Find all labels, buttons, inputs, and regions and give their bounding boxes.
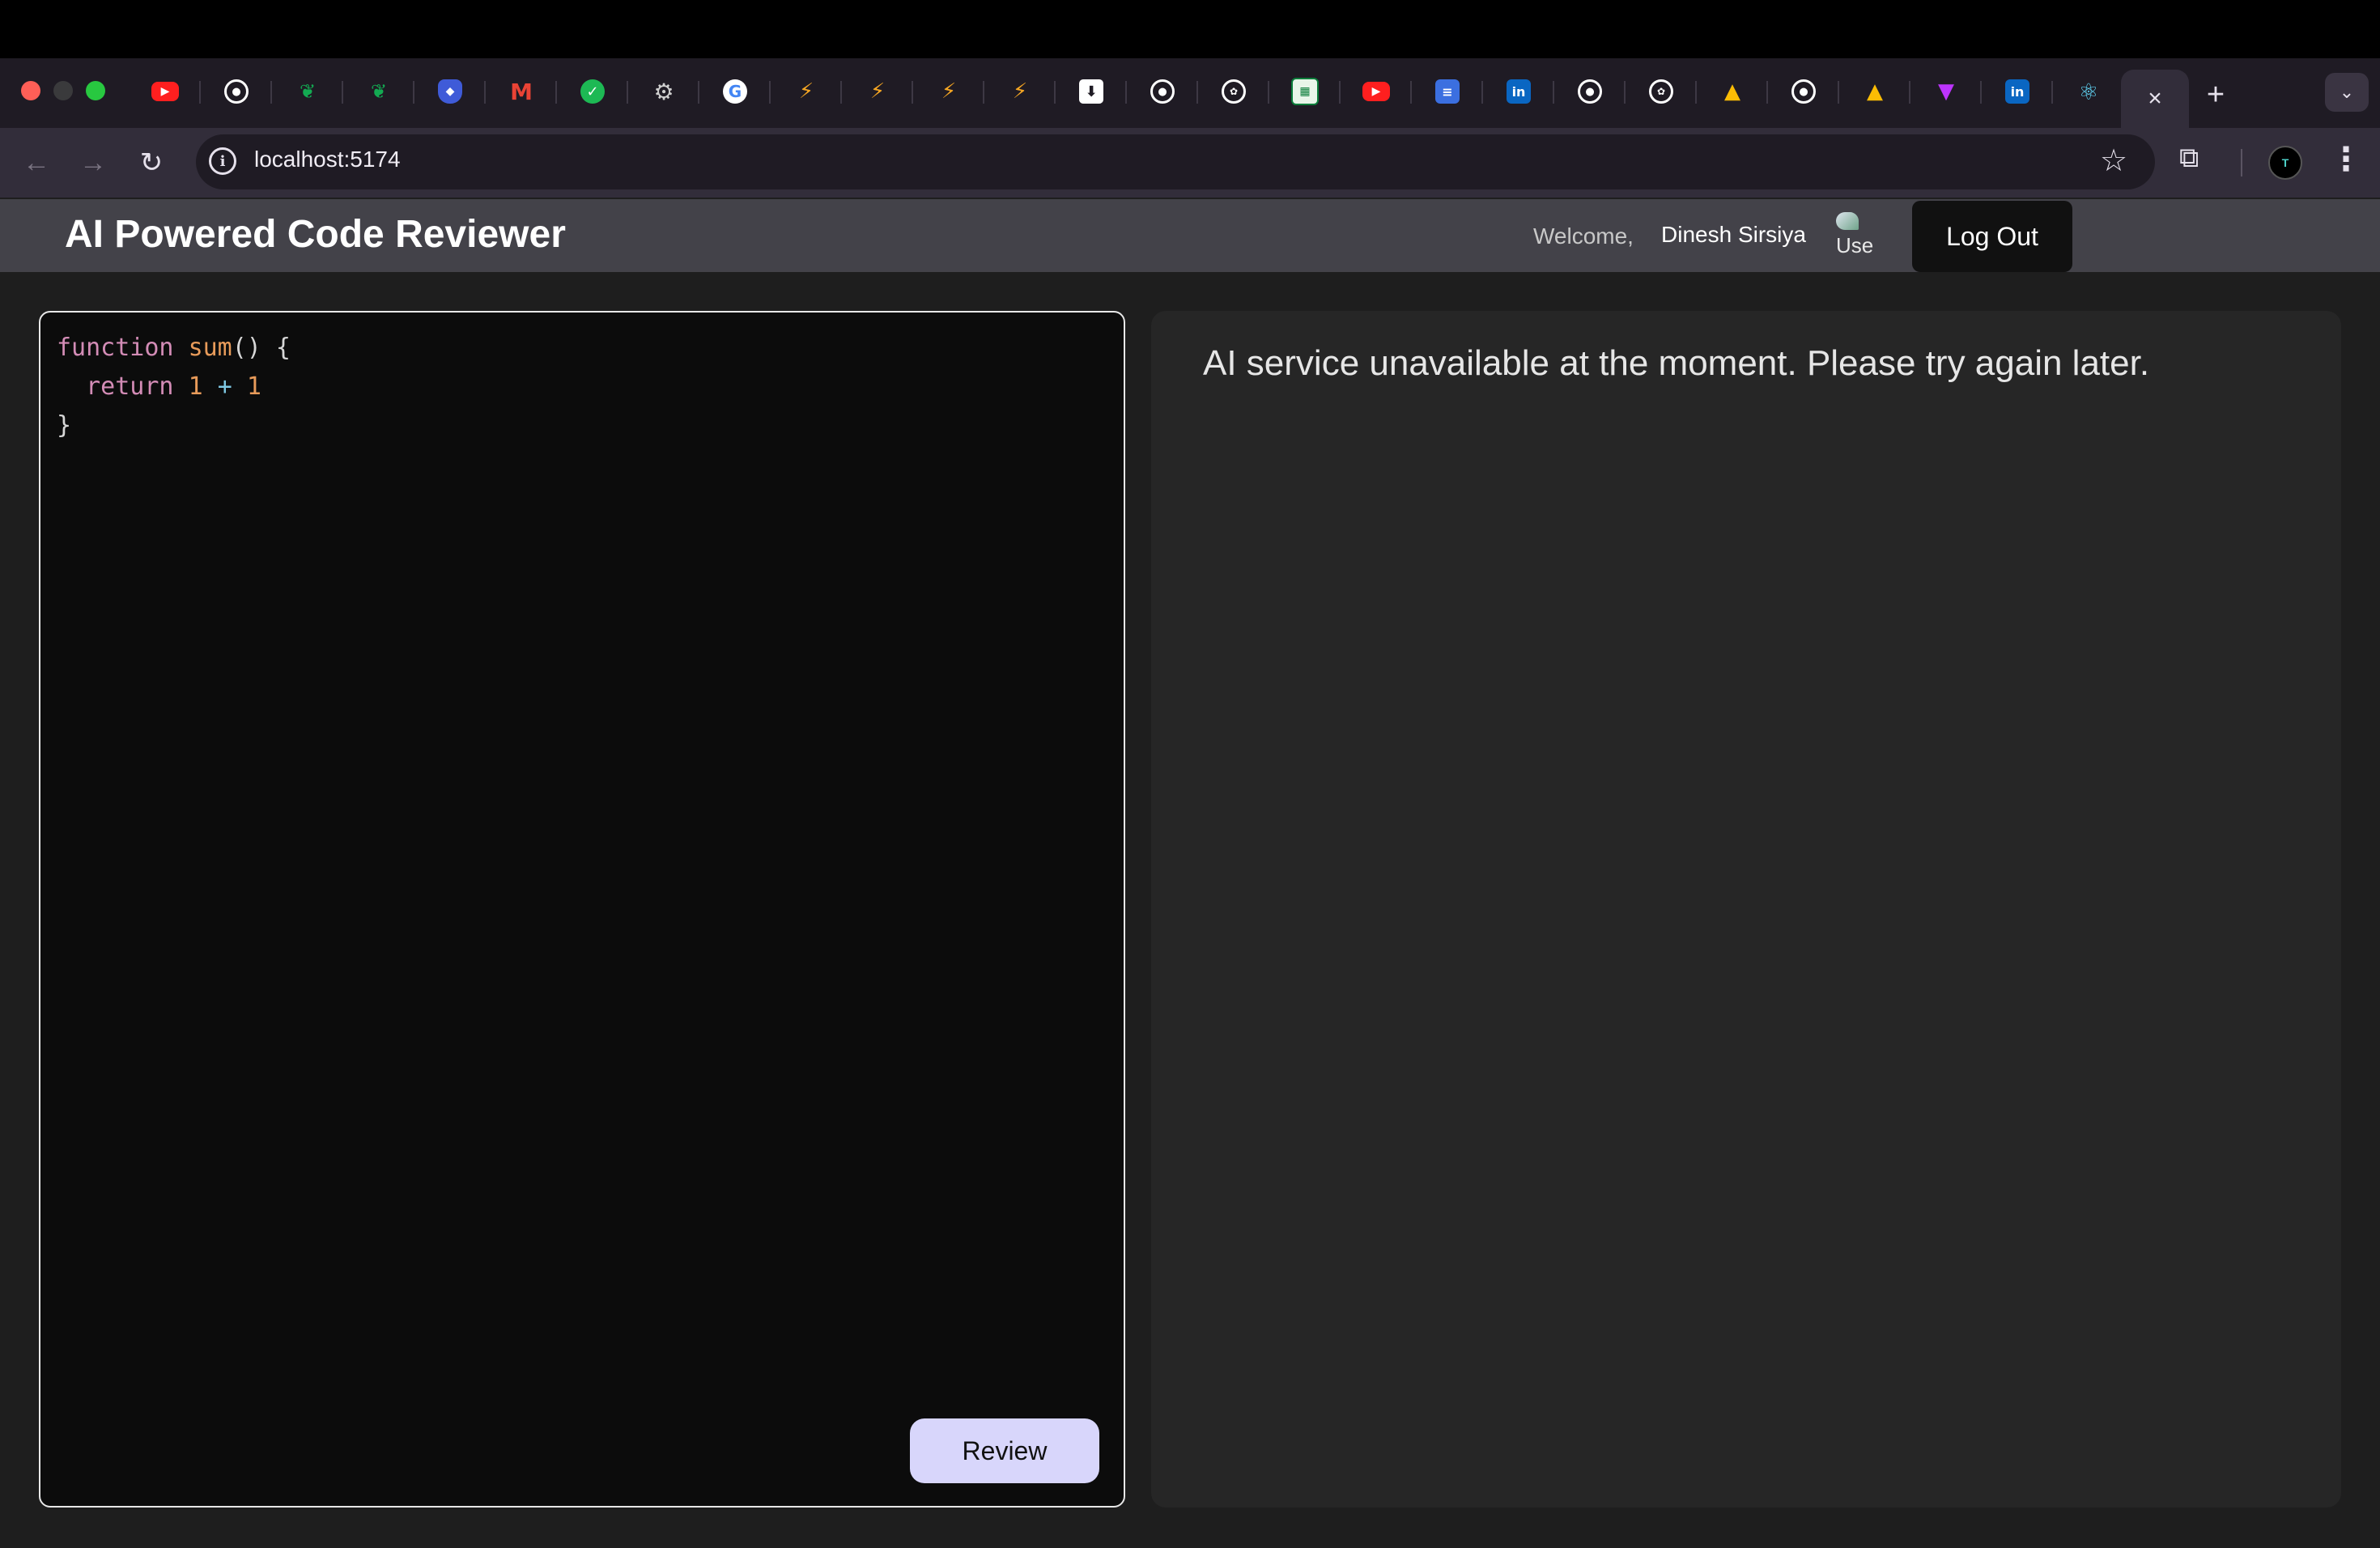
forward-button[interactable]: → bbox=[74, 144, 112, 181]
shield-icon: ◆ bbox=[438, 79, 462, 104]
code-token: function bbox=[57, 334, 174, 362]
url-text[interactable]: localhost:5174 bbox=[254, 147, 401, 172]
page-title: AI Powered Code Reviewer bbox=[65, 213, 566, 256]
linkedin-icon: in bbox=[1507, 79, 1531, 104]
browser-tab[interactable]: ▲ bbox=[1697, 65, 1768, 118]
browser-tab[interactable]: ✿ bbox=[1198, 65, 1269, 118]
new-tab-button[interactable]: + bbox=[2194, 73, 2238, 117]
check-icon: ✓ bbox=[580, 79, 605, 104]
youtube-icon: ▶ bbox=[1362, 82, 1390, 101]
browser-tab[interactable]: ▦ bbox=[1269, 65, 1341, 118]
chevron-down-icon: ⌄ bbox=[2339, 82, 2355, 102]
arrow-icon: ⚡ bbox=[1012, 79, 1028, 104]
review-message: AI service unavailable at the moment. Pl… bbox=[1203, 343, 2150, 383]
gmail-icon: M bbox=[510, 78, 533, 105]
browser-tab[interactable]: ● bbox=[1768, 65, 1839, 118]
browser-tab[interactable]: in bbox=[1982, 65, 2053, 118]
youtube-icon: ▶ bbox=[151, 82, 179, 101]
tab-search-button[interactable]: ⌄ bbox=[2325, 73, 2369, 112]
site-info-icon[interactable]: i bbox=[209, 147, 236, 175]
code-token: return bbox=[86, 372, 174, 401]
github-icon: ● bbox=[1791, 79, 1816, 104]
active-tab[interactable]: × bbox=[2121, 70, 2189, 128]
logout-button[interactable]: Log Out bbox=[1912, 201, 2072, 272]
browser-menu-icon[interactable]: ⋮ bbox=[2330, 141, 2362, 178]
code-token: 1 bbox=[246, 372, 261, 401]
browser-tab[interactable]: ▶ bbox=[130, 65, 201, 118]
toolbar-divider bbox=[2241, 149, 2242, 176]
profile-avatar[interactable]: T bbox=[2268, 146, 2302, 180]
welcome-text: Welcome, bbox=[1533, 223, 1634, 249]
browser-tab[interactable]: ▶ bbox=[1341, 65, 1412, 118]
browser-tab[interactable]: ❦ bbox=[343, 65, 414, 118]
avatar-alt-text: Use bbox=[1836, 233, 1874, 257]
certificate-icon: ▦ bbox=[1291, 78, 1319, 105]
github-icon: ● bbox=[1578, 79, 1602, 104]
mongodb-leaf-icon: ❦ bbox=[370, 80, 388, 103]
vite-icon: ▼ bbox=[1938, 79, 1954, 104]
back-button[interactable]: ← bbox=[18, 144, 55, 181]
download-icon: ⬇ bbox=[1079, 79, 1103, 104]
browser-tab[interactable]: ⚡ bbox=[913, 65, 984, 118]
reload-button[interactable]: ↻ bbox=[133, 144, 170, 181]
review-button[interactable]: Review bbox=[910, 1418, 1099, 1483]
user-avatar: Use bbox=[1831, 209, 1880, 259]
address-bar[interactable] bbox=[196, 134, 2155, 189]
review-output-panel bbox=[1151, 311, 2341, 1508]
minimize-window-button[interactable] bbox=[53, 81, 73, 100]
code-token: sum bbox=[188, 334, 232, 362]
gear-icon: ⚙ bbox=[653, 78, 674, 105]
browser-tab[interactable]: ◆ bbox=[414, 65, 486, 118]
close-window-button[interactable] bbox=[21, 81, 40, 100]
browser-tab[interactable]: ▼ bbox=[1910, 65, 1982, 118]
google-icon: G bbox=[723, 79, 747, 104]
browser-tab[interactable]: G bbox=[699, 65, 771, 118]
github-icon: ● bbox=[224, 79, 249, 104]
arrow-icon: ⚡ bbox=[941, 79, 957, 104]
react-icon: ⚛ bbox=[2078, 78, 2099, 105]
browser-tab[interactable]: in bbox=[1483, 65, 1554, 118]
code-content[interactable]: function sum() { return 1 + 1 } bbox=[57, 329, 291, 445]
browser-tab[interactable]: ● bbox=[201, 65, 272, 118]
mongodb-leaf-icon: ❦ bbox=[299, 80, 317, 103]
extensions-icon[interactable]: ⧉ bbox=[2179, 142, 2199, 174]
browser-tab[interactable]: ✓ bbox=[557, 65, 628, 118]
browser-tab[interactable]: ● bbox=[1127, 65, 1198, 118]
google-drive-icon: ▲ bbox=[1867, 79, 1883, 104]
browser-tab[interactable]: ⚡ bbox=[842, 65, 913, 118]
browser-tab[interactable]: ⚡ bbox=[984, 65, 1056, 118]
arrow-icon: ⚡ bbox=[798, 79, 814, 104]
google-drive-icon: ▲ bbox=[1724, 79, 1740, 104]
browser-tab[interactable]: ❦ bbox=[272, 65, 343, 118]
user-name: Dinesh Sirsiya bbox=[1661, 222, 1806, 247]
browser-tab[interactable]: ● bbox=[1554, 65, 1626, 118]
browser-tab[interactable]: ≡ bbox=[1412, 65, 1483, 118]
broken-image-icon bbox=[1836, 212, 1859, 230]
linkedin-icon: in bbox=[2005, 79, 2029, 104]
tab-strip: ▶ ● ❦ ❦ ◆ M ✓ ⚙ G ⚡ ⚡ ⚡ ⚡ ⬇ ● ✿ ▦ ▶ ≡ in ● ✿ ▲ ● ▲ ▼ in ⚛ bbox=[130, 65, 2124, 118]
browser-tab[interactable]: ▲ bbox=[1839, 65, 1910, 118]
github-icon: ● bbox=[1150, 79, 1175, 104]
zoom-window-button[interactable] bbox=[86, 81, 105, 100]
browser-tab[interactable]: M bbox=[486, 65, 557, 118]
code-editor[interactable] bbox=[39, 311, 1125, 1508]
arrow-icon: ⚡ bbox=[869, 79, 886, 104]
top-black-strip bbox=[0, 0, 2380, 58]
browser-tab[interactable]: ⬇ bbox=[1056, 65, 1127, 118]
close-tab-icon[interactable]: × bbox=[2148, 85, 2162, 113]
code-token: 1 bbox=[188, 372, 203, 401]
browser-tab[interactable]: ⚛ bbox=[2053, 65, 2124, 118]
bookmark-star-icon[interactable]: ☆ bbox=[2100, 142, 2127, 179]
browser-tab[interactable]: ⚡ bbox=[771, 65, 842, 118]
browser-tab[interactable]: ✿ bbox=[1626, 65, 1697, 118]
code-token: + bbox=[217, 372, 232, 401]
openai-icon: ✿ bbox=[1222, 79, 1246, 104]
openai-icon: ✿ bbox=[1649, 79, 1673, 104]
browser-tab[interactable]: ⚙ bbox=[628, 65, 699, 118]
google-docs-icon: ≡ bbox=[1435, 79, 1460, 104]
